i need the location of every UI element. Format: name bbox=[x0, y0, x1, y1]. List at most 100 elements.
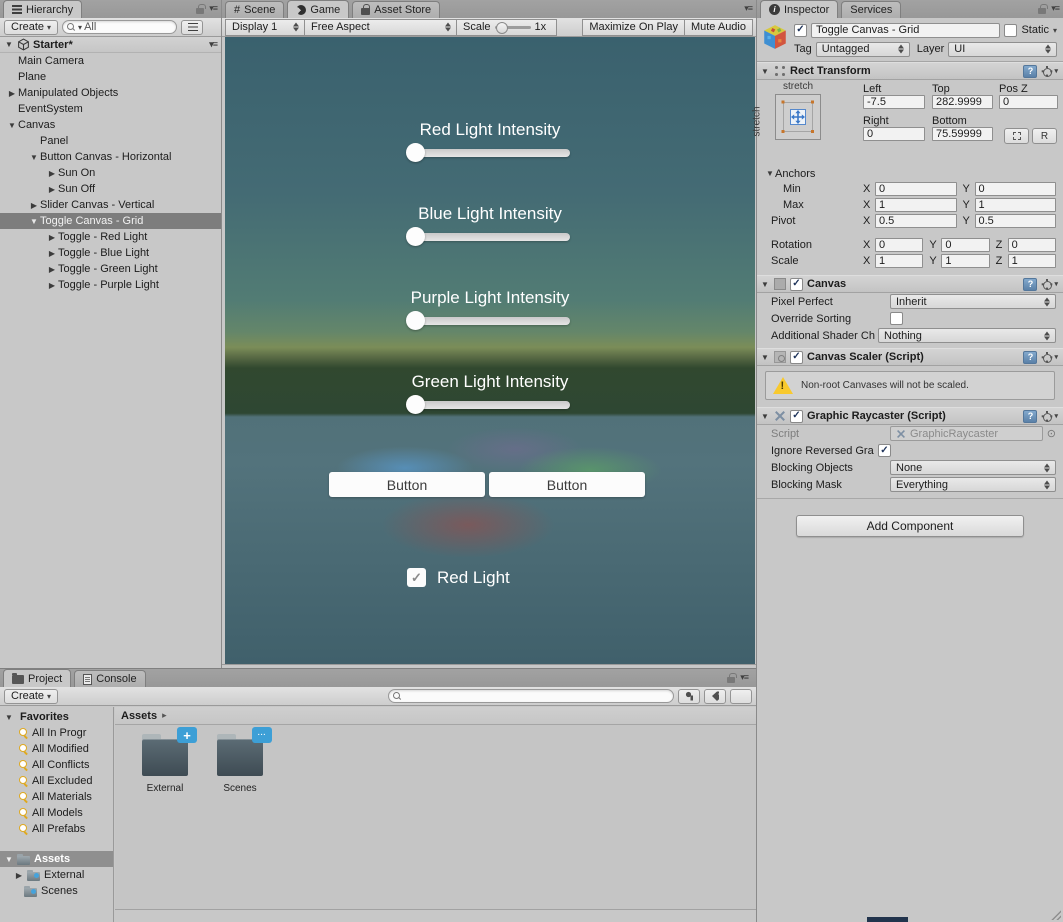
foldout-icon[interactable]: ▼ bbox=[4, 713, 14, 722]
tab-console[interactable]: Console bbox=[74, 670, 145, 687]
aspect-dropdown[interactable]: Free Aspect bbox=[305, 19, 457, 36]
breadcrumb[interactable]: Assets ▸ bbox=[115, 707, 756, 725]
search-by-type-button[interactable] bbox=[678, 689, 700, 704]
canvas-scaler-header[interactable]: ▼ ✓ Canvas Scaler (Script) ? ▾ bbox=[757, 348, 1063, 366]
foldout-icon[interactable]: ▶ bbox=[14, 871, 24, 880]
maximize-on-play-button[interactable]: Maximize On Play bbox=[582, 19, 685, 36]
lock-icon[interactable] bbox=[1038, 8, 1046, 14]
scale-y-field[interactable]: 1 bbox=[941, 254, 989, 268]
static-checkbox[interactable] bbox=[1004, 24, 1017, 37]
lock-icon[interactable] bbox=[727, 677, 735, 683]
foldout-icon[interactable]: ▼ bbox=[760, 412, 770, 421]
gear-icon[interactable] bbox=[1041, 279, 1052, 290]
tab-asset-store[interactable]: Asset Store bbox=[352, 1, 440, 18]
foldout-icon[interactable]: ▼ bbox=[760, 67, 770, 76]
static-dropdown-icon[interactable]: ▾ bbox=[1053, 26, 1057, 35]
assets-root-row[interactable]: ▼ Assets bbox=[0, 851, 113, 867]
favorite-search-button[interactable] bbox=[730, 689, 752, 704]
object-picker-icon[interactable]: ⊙ bbox=[1047, 427, 1056, 440]
favorite-all-models[interactable]: All Models bbox=[0, 805, 113, 821]
top-field[interactable]: 282.9999 bbox=[932, 95, 993, 109]
hierarchy-item-panel[interactable]: Panel bbox=[0, 133, 221, 149]
additional-shader-dropdown[interactable]: Nothing bbox=[878, 328, 1056, 343]
blocking-mask-dropdown[interactable]: Everything bbox=[890, 477, 1056, 492]
foldout-icon[interactable]: ▼ bbox=[760, 353, 770, 362]
panel-menu-icon[interactable]: ▾≡ bbox=[1051, 3, 1059, 14]
hierarchy-item-sun-on[interactable]: ▶Sun On bbox=[0, 165, 221, 181]
anchors-foldout[interactable]: ▼ Anchors bbox=[757, 166, 1063, 181]
favorite-all-excluded[interactable]: All Excluded bbox=[0, 773, 113, 789]
slider-track-blue[interactable] bbox=[410, 233, 570, 241]
hierarchy-item-toggle-purple[interactable]: ▶Toggle - Purple Light bbox=[0, 277, 221, 293]
asset-folder-scenes[interactable]: ··· Scenes bbox=[211, 733, 269, 794]
favorite-all-in-progress[interactable]: All In Progr bbox=[0, 725, 113, 741]
hierarchy-item-toggle-blue[interactable]: ▶Toggle - Blue Light bbox=[0, 245, 221, 261]
bottom-field[interactable]: 75.59999 bbox=[932, 127, 993, 141]
posz-field[interactable]: 0 bbox=[999, 95, 1058, 109]
hierarchy-item-main-camera[interactable]: Main Camera bbox=[0, 53, 221, 69]
graphic-raycaster-header[interactable]: ▼ ✓ Graphic Raycaster (Script) ? ▾ bbox=[757, 407, 1063, 425]
tab-hierarchy[interactable]: Hierarchy bbox=[3, 0, 82, 18]
gear-icon[interactable] bbox=[1041, 411, 1052, 422]
panel-menu-icon[interactable]: ▾≡ bbox=[744, 3, 752, 14]
slider-track-red[interactable] bbox=[410, 149, 570, 157]
favorite-all-conflicts[interactable]: All Conflicts bbox=[0, 757, 113, 773]
tab-game[interactable]: Game bbox=[287, 0, 349, 18]
window-resize-grip[interactable] bbox=[1049, 908, 1061, 920]
hierarchy-search-input[interactable]: ▾ All bbox=[62, 20, 177, 34]
tab-inspector[interactable]: i Inspector bbox=[760, 0, 838, 18]
scale-x-field[interactable]: 1 bbox=[875, 254, 923, 268]
panel-menu-icon[interactable]: ▾≡ bbox=[209, 3, 217, 14]
project-search-input[interactable] bbox=[388, 689, 674, 703]
override-sorting-checkbox[interactable] bbox=[890, 312, 903, 325]
help-icon[interactable]: ? bbox=[1023, 65, 1037, 78]
max-y-field[interactable]: 1 bbox=[975, 198, 1057, 212]
anchor-preset-widget[interactable] bbox=[775, 94, 821, 140]
hierarchy-item-manipulated-objects[interactable]: ▶Manipulated Objects bbox=[0, 85, 221, 101]
foldout-icon[interactable]: ▼ bbox=[4, 855, 14, 864]
tree-scenes-row[interactable]: Scenes bbox=[0, 883, 113, 899]
asset-folder-external[interactable]: + External bbox=[136, 733, 194, 794]
rect-transform-header[interactable]: ▼ Rect Transform ? ▾ bbox=[757, 62, 1063, 80]
tab-services[interactable]: Services bbox=[841, 1, 901, 18]
graphic-raycaster-enabled-checkbox[interactable]: ✓ bbox=[790, 410, 803, 423]
active-checkbox[interactable]: ✓ bbox=[794, 24, 807, 37]
layer-dropdown[interactable]: UI bbox=[948, 42, 1057, 57]
favorite-all-prefabs[interactable]: All Prefabs bbox=[0, 821, 113, 837]
ignore-reversed-checkbox[interactable]: ✓ bbox=[878, 444, 891, 457]
hierarchy-item-slider-canvas[interactable]: ▶Slider Canvas - Vertical bbox=[0, 197, 221, 213]
rotation-z-field[interactable]: 0 bbox=[1008, 238, 1056, 252]
pixel-perfect-dropdown[interactable]: Inherit bbox=[890, 294, 1056, 309]
max-x-field[interactable]: 1 bbox=[875, 198, 957, 212]
slider-handle-purple[interactable] bbox=[406, 311, 425, 330]
foldout-icon[interactable]: ▼ bbox=[760, 280, 770, 289]
canvas-scaler-enabled-checkbox[interactable]: ✓ bbox=[790, 351, 803, 364]
help-icon[interactable]: ? bbox=[1023, 351, 1037, 364]
blocking-objects-dropdown[interactable]: None bbox=[890, 460, 1056, 475]
canvas-enabled-checkbox[interactable]: ✓ bbox=[790, 278, 803, 291]
gear-icon[interactable] bbox=[1041, 352, 1052, 363]
slider-handle-blue[interactable] bbox=[406, 227, 425, 246]
hierarchy-item-canvas[interactable]: ▼Canvas bbox=[0, 117, 221, 133]
lock-icon[interactable] bbox=[196, 8, 204, 14]
blueprint-mode-button[interactable] bbox=[1004, 128, 1029, 144]
mute-audio-button[interactable]: Mute Audio bbox=[685, 19, 753, 36]
slider-handle-red[interactable] bbox=[406, 143, 425, 162]
slider-track-purple[interactable] bbox=[410, 317, 570, 325]
right-field[interactable]: 0 bbox=[863, 127, 925, 141]
help-icon[interactable]: ? bbox=[1023, 278, 1037, 291]
pivot-x-field[interactable]: 0.5 bbox=[875, 214, 957, 228]
pivot-y-field[interactable]: 0.5 bbox=[975, 214, 1057, 228]
favorite-all-modified[interactable]: All Modified bbox=[0, 741, 113, 757]
hierarchy-sort-button[interactable] bbox=[181, 20, 203, 35]
rotation-x-field[interactable]: 0 bbox=[875, 238, 923, 252]
hierarchy-item-toggle-canvas-selected[interactable]: ▼Toggle Canvas - Grid bbox=[0, 213, 221, 229]
search-by-label-button[interactable] bbox=[704, 689, 726, 704]
gear-icon[interactable] bbox=[1041, 66, 1052, 77]
tree-external-row[interactable]: ▶ External bbox=[0, 867, 113, 883]
project-create-button[interactable]: Create ▾ bbox=[4, 689, 58, 704]
help-icon[interactable]: ? bbox=[1023, 410, 1037, 423]
scene-row[interactable]: ▼ Starter* ▾≡ bbox=[0, 37, 221, 53]
panel-menu-icon[interactable]: ▾≡ bbox=[740, 672, 748, 683]
hierarchy-item-toggle-red[interactable]: ▶Toggle - Red Light bbox=[0, 229, 221, 245]
